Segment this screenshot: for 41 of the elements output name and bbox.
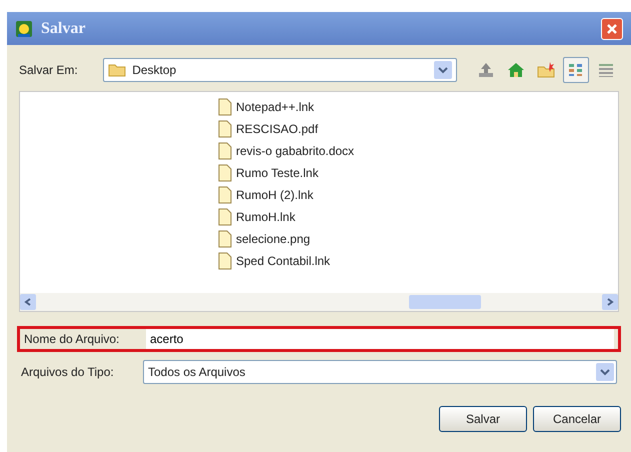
window-title: Salvar [41,18,86,38]
file-item[interactable]: Rumo Teste.lnk [218,162,320,184]
document-icon [218,120,232,138]
document-icon [218,230,232,248]
file-item[interactable]: Sped Contabil.lnk [218,250,332,272]
file-item[interactable]: revis-o gababrito.docx [218,140,356,162]
location-label: Salvar Em: [19,62,79,79]
document-icon [218,164,232,182]
list-view-button[interactable] [563,57,589,83]
dialog-button[interactable]: Cancelar [533,406,621,432]
document-icon [218,252,232,270]
horizontal-scrollbar[interactable] [20,293,618,311]
file-item[interactable]: Notepad++.lnk [218,96,316,118]
list-view-icon [567,61,585,79]
file-name-field[interactable]: acerto [146,329,614,349]
file-name-label: Nome do Arquivo: [24,331,120,348]
file-type-value: Todos os Arquivos [148,364,246,381]
file-item[interactable]: selecione.png [218,228,312,250]
details-view-icon [597,61,615,79]
file-type-label: Arquivos do Tipo: [21,364,115,381]
app-icon [15,20,33,38]
file-item[interactable]: RumoH.lnk [218,206,298,228]
up-arrow-icon [477,61,495,79]
scroll-left-button[interactable] [20,294,36,310]
close-icon [606,22,618,34]
scrollbar-thumb[interactable] [409,295,481,309]
home-icon [507,61,525,79]
new-folder-icon [537,61,555,79]
file-item[interactable]: RumoH (2).lnk [218,184,316,206]
scroll-right-button[interactable] [602,294,618,310]
dialog-button[interactable]: Salvar [439,406,527,432]
folder-icon [108,63,126,77]
file-type-dropdown[interactable]: Todos os Arquivos [143,360,617,384]
location-value: Desktop [132,62,178,79]
close-button[interactable] [601,18,623,40]
file-item[interactable]: RESCISAO.pdf [218,118,320,140]
document-icon [218,186,232,204]
document-icon [218,98,232,116]
location-dropdown[interactable]: Desktop [103,58,457,82]
document-icon [218,142,232,160]
document-icon [218,208,232,226]
